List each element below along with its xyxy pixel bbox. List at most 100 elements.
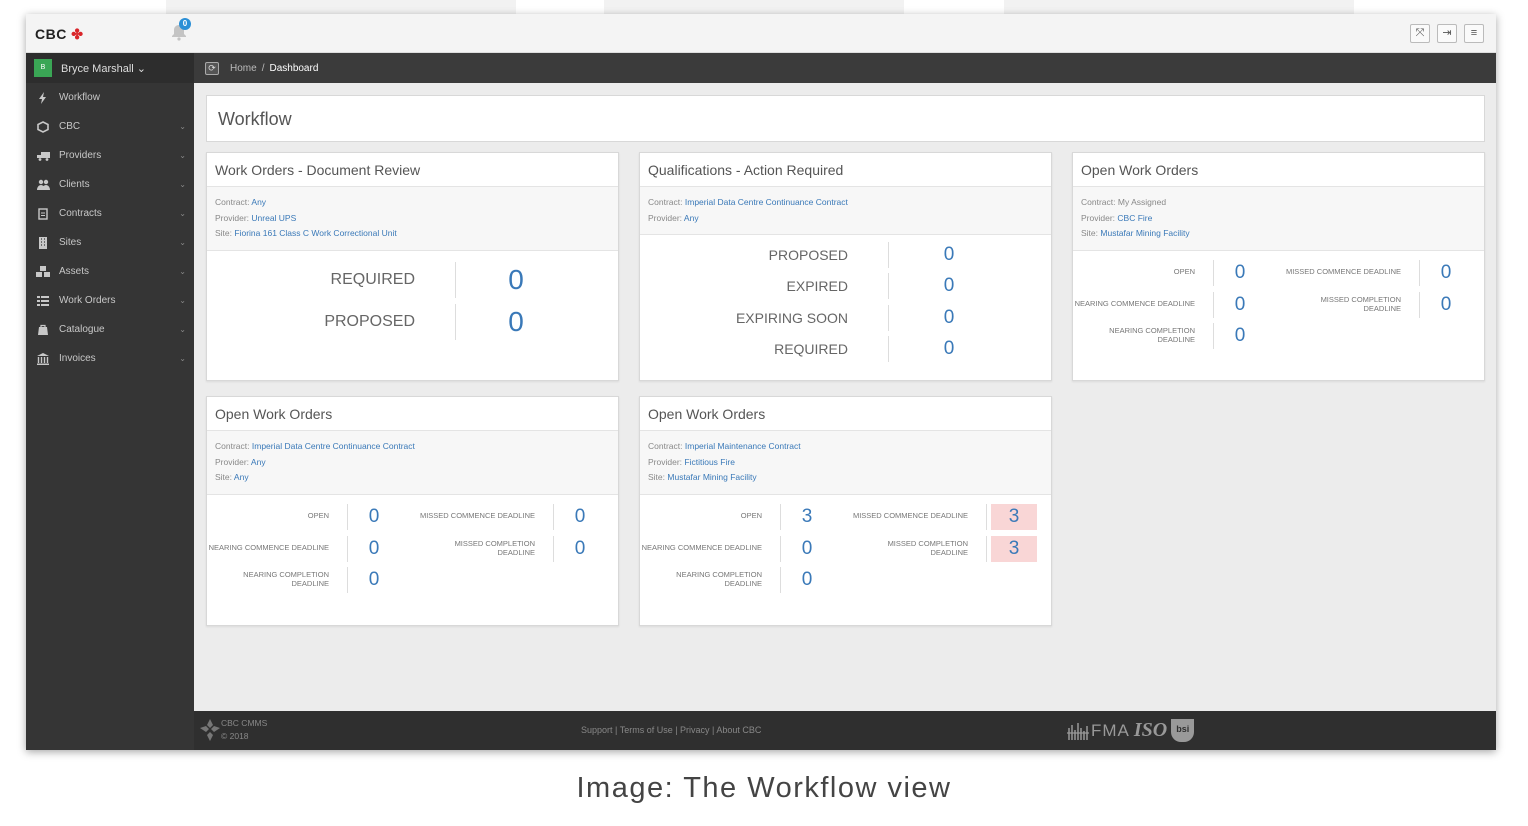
- stat-nearing-completion[interactable]: NEARING COMPLETION DEADLINE 0: [640, 566, 833, 594]
- sidebar-item-label: CBC: [59, 121, 81, 132]
- sidebar-item-invoices[interactable]: Invoices ⌄: [26, 344, 194, 373]
- notifications-bell-icon[interactable]: 0: [170, 18, 191, 43]
- contract-link[interactable]: Imperial Maintenance Contract: [685, 441, 801, 451]
- stat-value-alert[interactable]: 3: [991, 503, 1037, 530]
- contract-link[interactable]: Imperial Data Centre Continuance Contrac…: [252, 441, 415, 451]
- stat-value[interactable]: 0: [554, 504, 606, 530]
- contract-link[interactable]: Imperial Data Centre Continuance Contrac…: [685, 197, 848, 207]
- sidebar-item-label: Providers: [59, 150, 102, 161]
- site-link[interactable]: Mustafar Mining Facility: [1100, 228, 1189, 238]
- breadcrumb-home[interactable]: Home: [230, 63, 257, 74]
- stat-value[interactable]: 0: [1420, 260, 1472, 286]
- site-label: Site:: [215, 472, 233, 482]
- provider-link[interactable]: Any: [251, 457, 266, 467]
- provider-link[interactable]: Fictitious Fire: [684, 457, 735, 467]
- image-caption: Image: The Workflow view: [576, 772, 952, 804]
- stat-row[interactable]: REQUIRED 0: [640, 334, 1051, 366]
- stat-value[interactable]: 0: [348, 504, 400, 530]
- stat-label: OPEN: [307, 511, 329, 521]
- stat-open[interactable]: OPEN 0: [207, 503, 400, 531]
- stat-value[interactable]: 0: [554, 536, 606, 562]
- contract-label: Contract:: [215, 441, 250, 451]
- document-icon: [36, 207, 50, 220]
- sidebar-item-catalogue[interactable]: Catalogue ⌄: [26, 315, 194, 344]
- stat-nearing-completion[interactable]: NEARING COMPLETION DEADLINE 0: [1073, 322, 1266, 350]
- stat-label: NEARING COMPLETION DEADLINE: [243, 570, 329, 588]
- sidebar-item-workflow[interactable]: Workflow: [26, 83, 194, 112]
- stat-label: OPEN: [1173, 267, 1195, 277]
- stat-row[interactable]: PROPOSED 0: [640, 239, 1051, 271]
- truck-icon: [36, 150, 50, 162]
- sidebar-item-assets[interactable]: Assets ⌄: [26, 257, 194, 286]
- provider-link[interactable]: Unreal UPS: [251, 213, 296, 223]
- stat-value[interactable]: 0: [889, 275, 1009, 297]
- sidebar-item-work-orders[interactable]: Work Orders ⌄: [26, 286, 194, 315]
- logout-icon[interactable]: ⇥: [1437, 24, 1457, 43]
- stat-nearing-commence[interactable]: NEARING COMMENCE DEADLINE 0: [207, 535, 400, 563]
- provider-label: Provider:: [648, 212, 683, 223]
- stat-value[interactable]: 0: [781, 536, 833, 562]
- stat-label: MISSED COMMENCE DEADLINE: [852, 511, 968, 521]
- stat-nearing-commence[interactable]: NEARING COMMENCE DEADLINE 0: [640, 535, 833, 563]
- sidebar-item-sites[interactable]: Sites ⌄: [26, 228, 194, 257]
- bolt-icon: [36, 91, 50, 104]
- page-title: Workflow: [206, 95, 1485, 142]
- stat-row[interactable]: EXPIRING SOON 0: [640, 302, 1051, 334]
- app-logo[interactable]: CBC ✤: [35, 26, 83, 43]
- provider-link[interactable]: CBC Fire: [1117, 213, 1152, 223]
- stat-missed-completion[interactable]: MISSED COMPLETION DEADLINE 0: [417, 535, 606, 563]
- sidebar-item-label: Clients: [59, 179, 90, 190]
- fullscreen-icon[interactable]: ⤧: [1410, 24, 1430, 43]
- user-menu[interactable]: B Bryce Marshall ⌄: [26, 53, 194, 83]
- card-filters: Contract: My Assigned Provider: CBC Fire…: [1073, 187, 1484, 251]
- stat-open[interactable]: OPEN 0: [1073, 259, 1266, 287]
- stat-value[interactable]: 0: [1214, 260, 1266, 286]
- stat-row[interactable]: REQUIRED 0: [207, 259, 618, 301]
- stat-value[interactable]: 0: [1214, 323, 1266, 349]
- stat-open[interactable]: OPEN 3: [640, 503, 833, 531]
- stat-value[interactable]: 0: [889, 338, 1009, 360]
- footer-links[interactable]: Support | Terms of Use | Privacy | About…: [581, 725, 761, 735]
- stat-value-alert[interactable]: 3: [991, 535, 1037, 562]
- stat-value[interactable]: 0: [1420, 292, 1472, 318]
- card-filters: Contract: Imperial Data Centre Continuan…: [207, 431, 618, 495]
- contract-label: Contract:: [1081, 197, 1116, 207]
- stat-row[interactable]: EXPIRED 0: [640, 271, 1051, 303]
- sidebar-item-contracts[interactable]: Contracts ⌄: [26, 199, 194, 228]
- site-link[interactable]: Mustafar Mining Facility: [667, 472, 756, 482]
- stat-value[interactable]: 0: [348, 567, 400, 593]
- stat-row[interactable]: PROPOSED 0: [207, 301, 618, 343]
- stat-missed-completion[interactable]: MISSED COMPLETION DEADLINE 3: [850, 535, 1037, 563]
- stat-value[interactable]: 0: [456, 264, 576, 296]
- stat-value[interactable]: 0: [348, 536, 400, 562]
- contract-link[interactable]: Any: [251, 197, 266, 207]
- stat-label: NEARING COMPLETION DEADLINE: [676, 570, 762, 588]
- stat-value[interactable]: 0: [889, 244, 1009, 266]
- stat-value[interactable]: 0: [1214, 292, 1266, 318]
- stat-missed-commence[interactable]: MISSED COMMENCE DEADLINE 3: [850, 503, 1037, 531]
- stat-value[interactable]: 0: [889, 307, 1009, 329]
- site-link[interactable]: Fiorina 161 Class C Work Correctional Un…: [234, 228, 396, 238]
- stat-missed-completion[interactable]: MISSED COMPLETION DEADLINE 0: [1283, 291, 1472, 319]
- stat-nearing-commence[interactable]: NEARING COMMENCE DEADLINE 0: [1073, 291, 1266, 319]
- sidebar-item-providers[interactable]: Providers ⌄: [26, 141, 194, 170]
- stat-value[interactable]: 0: [456, 306, 576, 338]
- site-link[interactable]: Any: [234, 472, 249, 482]
- stat-label: MISSED COMMENCE DEADLINE: [419, 511, 535, 521]
- stat-label: REQUIRED: [774, 341, 848, 358]
- chevron-down-icon: ⌄: [179, 151, 186, 160]
- stat-nearing-completion[interactable]: NEARING COMPLETION DEADLINE 0: [207, 566, 400, 594]
- card-filters: Contract: Imperial Maintenance Contract …: [640, 431, 1051, 495]
- card-title: Open Work Orders: [640, 397, 1051, 431]
- stat-missed-commence[interactable]: MISSED COMMENCE DEADLINE 0: [417, 503, 606, 531]
- stat-value[interactable]: 0: [781, 567, 833, 593]
- card-open-work-orders-assigned: Open Work Orders Contract: My Assigned P…: [1072, 152, 1485, 381]
- provider-link[interactable]: Any: [684, 213, 699, 223]
- sidebar-item-clients[interactable]: Clients ⌄: [26, 170, 194, 199]
- menu-icon[interactable]: ≡: [1464, 24, 1484, 43]
- sidebar-item-cbc[interactable]: CBC ⌄: [26, 112, 194, 141]
- stat-missed-commence[interactable]: MISSED COMMENCE DEADLINE 0: [1283, 259, 1472, 287]
- stat-value[interactable]: 3: [781, 504, 833, 530]
- chevron-down-icon: ⌄: [179, 209, 186, 218]
- refresh-icon[interactable]: ⟳: [205, 61, 219, 75]
